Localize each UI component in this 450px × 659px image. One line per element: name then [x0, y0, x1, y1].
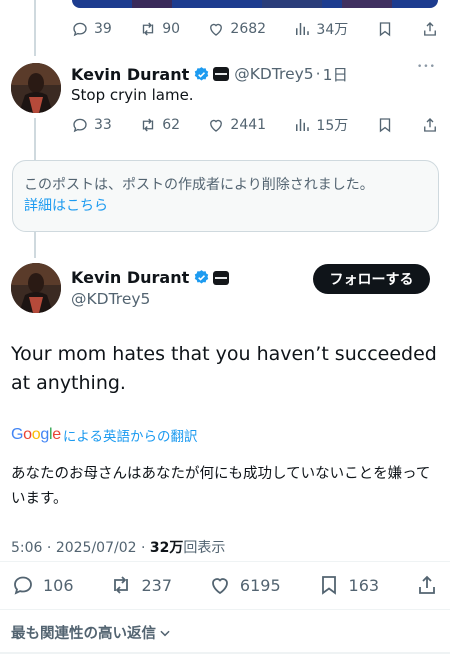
bookmark-count: 163 [348, 575, 380, 595]
bookmark-icon [379, 118, 390, 133]
divider [0, 609, 450, 610]
retweet-icon [114, 576, 129, 594]
views-label: 回表示 [183, 540, 226, 556]
translation-attribution[interactable]: Google による英語からの翻訳 [11, 425, 197, 445]
reply-icon [73, 22, 87, 37]
heart-icon [210, 23, 223, 36]
reply-icon [73, 118, 87, 133]
avatar[interactable] [11, 63, 61, 113]
retweet-count: 62 [162, 117, 181, 133]
author-handle[interactable]: @KDTrey5 [71, 290, 150, 308]
verified-badge-icon [195, 66, 209, 81]
more-options-icon[interactable]: ••• [417, 62, 436, 72]
thread-line [34, 0, 36, 56]
views-button[interactable]: 34万 [293, 19, 348, 39]
reply-tweet-text: Stop cryin lame. [71, 86, 194, 104]
post-date[interactable]: 2025/07/02 [56, 540, 137, 556]
author-handle[interactable]: @KDTrey5 [234, 65, 313, 83]
retweet-button[interactable]: 237 [109, 573, 172, 597]
deleted-post-notice: このポストは、ポストの作成者により削除されました。 詳細はこちら [12, 160, 439, 232]
bookmark-button[interactable] [376, 116, 394, 134]
bookmark-button[interactable]: 163 [317, 573, 380, 597]
retweet-count: 237 [141, 575, 172, 595]
avatar[interactable] [11, 263, 61, 313]
previous-tweet-actions: 39 90 2682 34万 [71, 19, 439, 39]
bookmark-icon [379, 22, 390, 37]
reply-count: 33 [94, 117, 112, 133]
bookmark-button[interactable] [376, 20, 394, 38]
reply-button[interactable]: 39 [71, 20, 112, 38]
reply-count: 106 [43, 575, 74, 595]
translated-text: あなたのお母さんはあなたが何にも成功していないことを嫌っています。 [11, 466, 431, 507]
share-button[interactable] [421, 116, 439, 134]
like-count: 6195 [239, 575, 281, 595]
views-count: 34万 [316, 22, 349, 38]
date-separator: · [46, 540, 52, 556]
reply-tweet-actions: 33 62 2441 15万 [71, 115, 439, 135]
post-metadata: 5:06 · 2025/07/02 · 32万回表示 [11, 537, 225, 557]
divider [0, 561, 450, 562]
reply-author-row: Kevin Durant @KDTrey5 · 1日 [71, 63, 348, 85]
sort-label: 最も関連性の高い返信 [11, 626, 156, 642]
avatar-photo [11, 63, 61, 113]
post-time[interactable]: 5:06 [11, 540, 42, 556]
avatar-photo [11, 263, 61, 313]
like-button[interactable]: 6195 [208, 573, 281, 597]
like-count: 2682 [230, 21, 267, 37]
flag-icon [213, 270, 230, 285]
share-icon [424, 22, 436, 36]
retweet-button[interactable]: 62 [139, 116, 180, 134]
translation-label[interactable]: による英語からの翻訳 [63, 425, 198, 445]
previous-tweet-media[interactable] [72, 0, 438, 8]
share-icon [419, 575, 435, 594]
main-tweet-actions: 106 237 6195 163 [11, 570, 439, 600]
main-author-row: Kevin Durant [71, 268, 230, 287]
retweet-icon [143, 118, 154, 132]
share-icon [424, 118, 436, 132]
chevron-down-icon [160, 630, 170, 636]
author-display-name[interactable]: Kevin Durant [71, 65, 189, 84]
views-count[interactable]: 32万 [150, 540, 183, 556]
handle-time-separator: · [315, 65, 321, 83]
reply-button[interactable]: 33 [71, 116, 112, 134]
reply-count: 39 [94, 21, 112, 37]
deleted-post-notice-text: このポストは、ポストの作成者により削除されました。 [24, 177, 374, 193]
like-button[interactable]: 2441 [207, 116, 266, 134]
reply-button[interactable]: 106 [11, 573, 74, 597]
views-button[interactable]: 15万 [293, 115, 348, 135]
heart-icon [210, 119, 223, 132]
views-bar-chart-icon [296, 23, 310, 35]
retweet-button[interactable]: 90 [139, 20, 180, 38]
post-time[interactable]: 1日 [323, 63, 348, 85]
reply-sort-dropdown[interactable]: 最も関連性の高い返信 [11, 622, 172, 643]
bookmark-icon [321, 576, 336, 595]
share-button[interactable] [415, 573, 439, 597]
like-count: 2441 [230, 117, 267, 133]
date-separator: · [140, 540, 146, 556]
learn-more-link[interactable]: 詳細はこちら [24, 196, 428, 217]
heart-icon [212, 578, 228, 595]
google-logo: Google [11, 426, 61, 443]
share-button[interactable] [421, 20, 439, 38]
retweet-icon [143, 22, 154, 36]
reply-icon [14, 576, 32, 595]
flag-icon [213, 67, 230, 81]
author-display-name[interactable]: Kevin Durant [71, 268, 189, 287]
follow-button[interactable]: フォローする [313, 264, 430, 294]
retweet-count: 90 [162, 21, 181, 37]
views-bar-chart-icon [296, 119, 310, 131]
verified-badge-icon [195, 270, 209, 284]
like-button[interactable]: 2682 [207, 20, 266, 38]
views-count: 15万 [316, 118, 349, 134]
divider [0, 652, 450, 654]
main-tweet-text: Your mom hates that you haven’t succeede… [11, 343, 437, 394]
